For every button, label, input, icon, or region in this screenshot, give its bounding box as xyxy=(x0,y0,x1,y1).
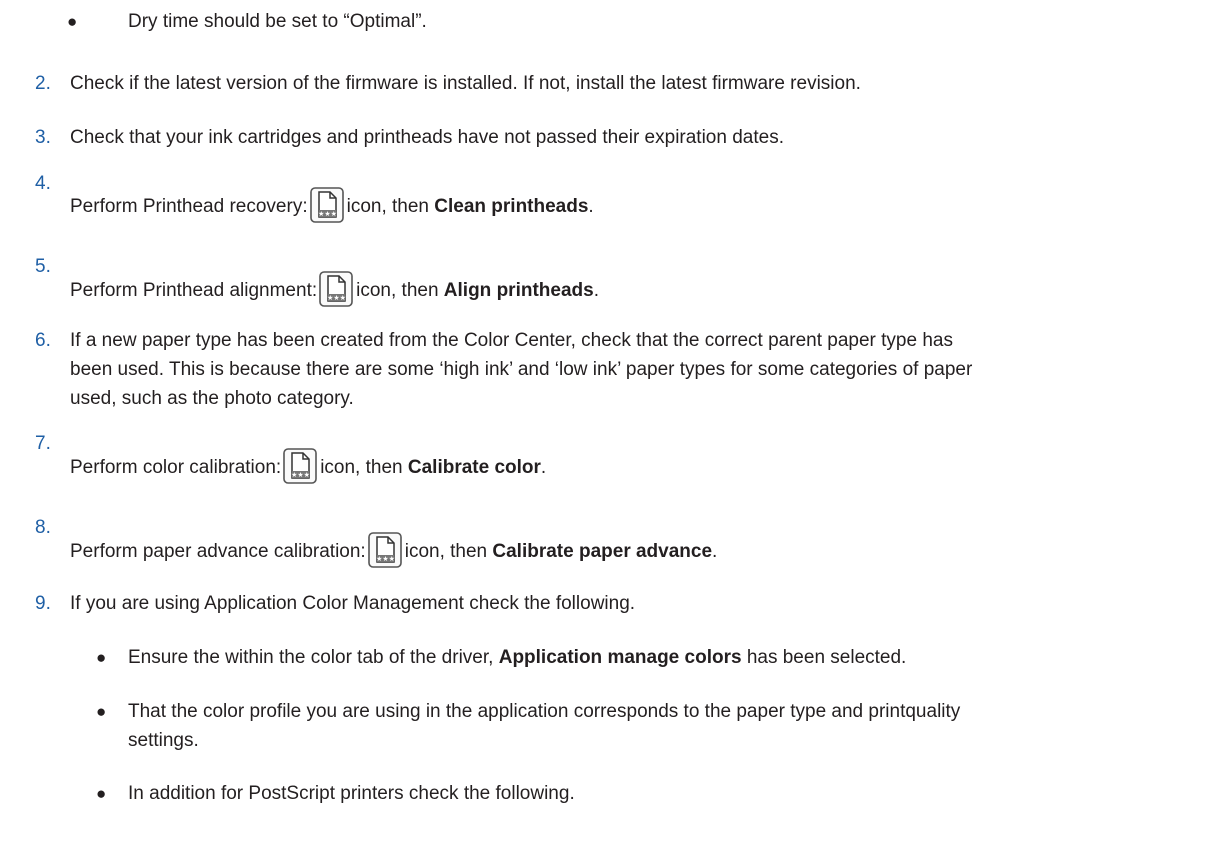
step-5-end: . xyxy=(593,280,599,302)
step-4-end: . xyxy=(588,196,594,218)
step-number-2: 2. xyxy=(35,73,51,94)
step-7-mid: icon, then xyxy=(320,457,408,479)
bullet-2-line-1: That the color profile you are using in … xyxy=(128,701,961,722)
step-8-lead: Perform paper advance calibration: xyxy=(70,541,366,563)
step-6-line-2: been used. This is because there are som… xyxy=(70,359,973,380)
bullet-marker: ● xyxy=(67,12,78,31)
step-6-line-1: If a new paper type has been created fro… xyxy=(70,330,953,351)
svg-text:★★★: ★★★ xyxy=(376,555,395,563)
bullet-dry-time: Dry time should be set to “Optimal”. xyxy=(128,11,427,32)
step-number-6: 6. xyxy=(35,330,51,351)
bullet-marker: ● xyxy=(96,648,107,667)
svg-text:★★★: ★★★ xyxy=(291,471,310,479)
step-number-8: 8. xyxy=(35,517,51,538)
step-6-line-3: used, such as the photo category. xyxy=(70,388,354,409)
document-page: ● Dry time should be set to “Optimal”. 2… xyxy=(0,0,1216,850)
step-4-mid: icon, then xyxy=(346,196,435,218)
step-4-text: Perform Printhead recovery: ★★★ icon, then… xyxy=(70,187,594,225)
svg-text:★★★: ★★★ xyxy=(318,210,337,218)
print-settings-icon: ★★★ xyxy=(283,448,318,484)
print-settings-icon: ★★★ xyxy=(309,187,344,223)
step-3-text: Check that your ink cartridges and print… xyxy=(70,127,784,148)
bullet-postscript: In addition for PostScript printers chec… xyxy=(128,783,575,804)
application-manage-colors-label: Application manage colors xyxy=(498,647,742,668)
step-number-5: 5. xyxy=(35,256,51,277)
print-settings-icon: ★★★ xyxy=(319,271,353,307)
bullet-app-manage-colors: Ensure the within the color tab of the d… xyxy=(128,644,906,672)
step-number-9: 9. xyxy=(35,593,51,614)
step-7-end: . xyxy=(540,457,547,479)
step-5-text: Perform Printhead alignment: ★★★ icon, the… xyxy=(70,271,599,309)
bullet-2-line-2: settings. xyxy=(128,730,199,751)
step-2-text: Check if the latest version of the firmw… xyxy=(70,73,861,94)
step-number-4: 4. xyxy=(35,173,51,194)
clean-printheads-label: Clean printheads xyxy=(434,196,589,218)
bullet-1-end: has been selected. xyxy=(741,647,907,668)
step-7-text: Perform color calibration: ★★★ icon, then … xyxy=(70,448,547,486)
step-5-mid: icon, then xyxy=(356,280,444,302)
step-8-end: . xyxy=(712,541,718,563)
svg-text:★★★: ★★★ xyxy=(327,294,346,302)
calibrate-color-label: Calibrate color xyxy=(407,457,541,479)
step-number-3: 3. xyxy=(35,127,51,148)
step-8-mid: icon, then xyxy=(404,541,493,563)
calibrate-paper-advance-label: Calibrate paper advance xyxy=(492,541,713,563)
step-4-lead: Perform Printhead recovery: xyxy=(70,196,308,218)
step-number-7: 7. xyxy=(35,433,51,454)
step-5-lead: Perform Printhead alignment: xyxy=(70,280,318,302)
bullet-marker: ● xyxy=(96,784,107,803)
align-printheads-label: Align printheads xyxy=(443,280,594,302)
step-8-text: Perform paper advance calibration: ★★★ ico… xyxy=(70,532,718,570)
step-9-text: If you are using Application Color Manag… xyxy=(70,593,636,614)
bullet-marker: ● xyxy=(96,702,107,721)
step-7-lead: Perform color calibration: xyxy=(70,457,282,479)
bullet-1-lead: Ensure the within the color tab of the d… xyxy=(128,647,499,668)
print-settings-icon: ★★★ xyxy=(367,532,402,568)
